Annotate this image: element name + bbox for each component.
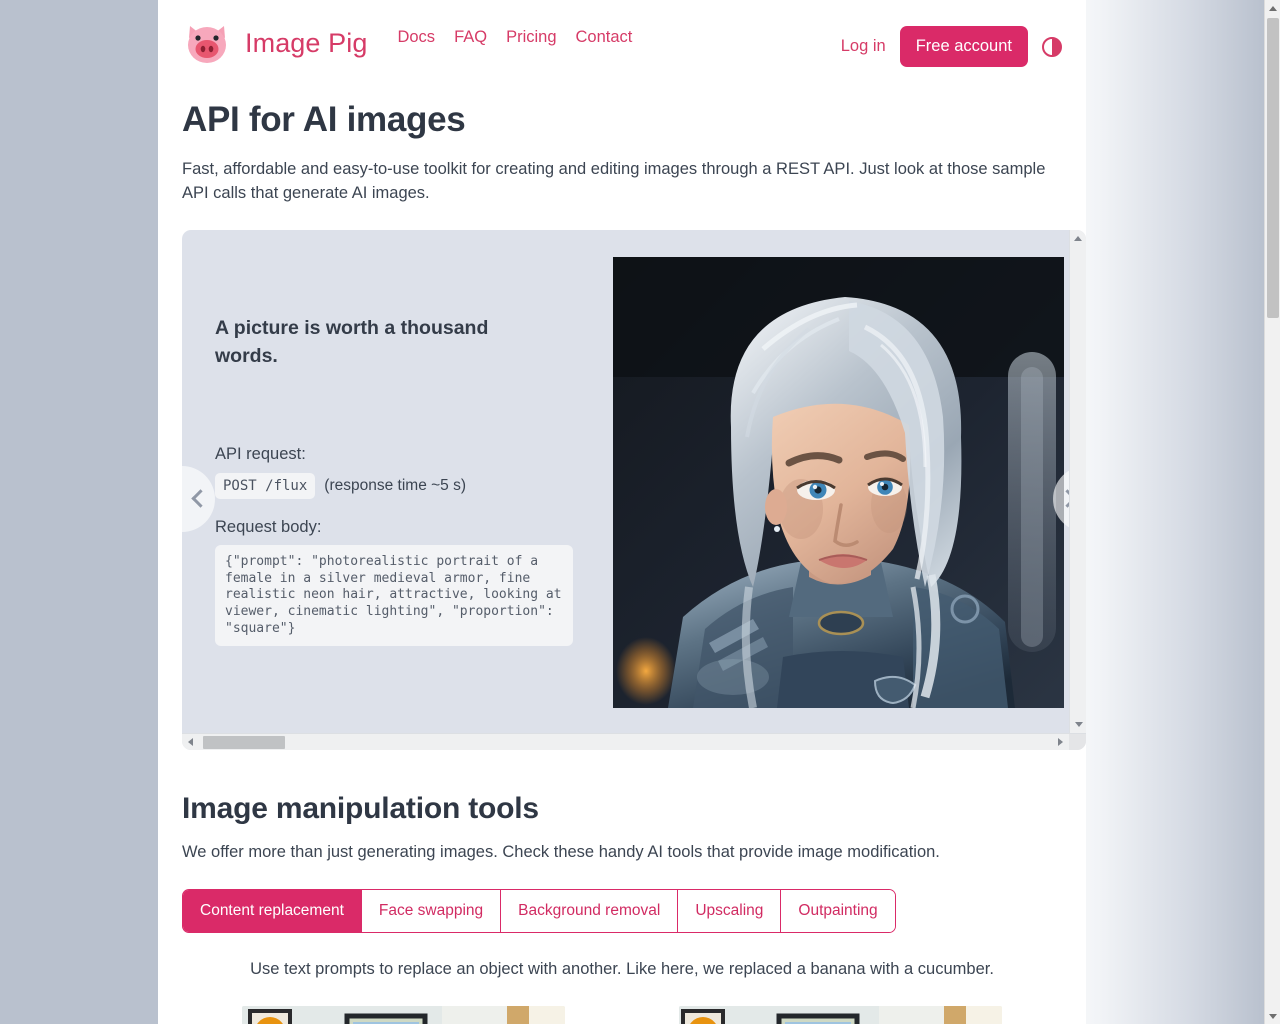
after-image: [679, 1005, 1002, 1024]
nav-link-pricing[interactable]: Pricing: [506, 28, 556, 47]
scroll-up-icon[interactable]: [1070, 230, 1086, 247]
nav-link-faq[interactable]: FAQ: [454, 28, 487, 47]
slide-text-column: A picture is worth a thousand words. API…: [182, 230, 582, 728]
api-endpoint: POST /flux: [215, 473, 316, 500]
hero-description: Fast, affordable and easy-to-use toolkit…: [182, 160, 1046, 202]
half-circle-contrast-icon[interactable]: [1042, 36, 1062, 57]
scrollbar-corner: [1069, 733, 1086, 750]
header-actions: Log in Free account: [841, 26, 1062, 67]
request-body-label: Request body:: [215, 518, 322, 537]
free-account-button[interactable]: Free account: [899, 26, 1028, 67]
main-nav: Docs FAQ Pricing Contact: [397, 28, 632, 47]
carousel-horizontal-scrollbar[interactable]: [182, 732, 1086, 750]
tab-panel-description: Use text prompts to replace an object wi…: [250, 959, 994, 978]
hero-section: API for AI images Fast, affordable and e…: [158, 100, 1086, 206]
tab-face-swapping[interactable]: Face swapping: [361, 889, 502, 932]
slide-heading: A picture is worth a thousand words.: [215, 316, 489, 367]
before-after-comparison: [182, 1005, 1062, 1024]
pig-face-icon: [182, 18, 232, 68]
browser-scroll-down-icon[interactable]: [1265, 1008, 1280, 1024]
browser-scroll-thumb[interactable]: [1267, 18, 1279, 318]
before-image: [242, 1005, 565, 1024]
generated-image: [613, 256, 1064, 708]
carousel-vertical-scrollbar[interactable]: [1069, 229, 1086, 733]
login-link[interactable]: Log in: [841, 37, 886, 56]
tab-content-replacement[interactable]: Content replacement: [183, 889, 362, 932]
tab-background-removal[interactable]: Background removal: [501, 889, 679, 932]
nav-link-docs[interactable]: Docs: [397, 28, 435, 47]
carousel-slide: A picture is worth a thousand words. API…: [182, 230, 1066, 728]
section-description: We offer more than just generating image…: [182, 842, 940, 861]
scroll-left-icon[interactable]: [182, 734, 199, 750]
browser-vertical-scrollbar[interactable]: [1264, 0, 1280, 1024]
api-sample-carousel: A picture is worth a thousand words. API…: [182, 229, 1086, 750]
api-request-label: API request:: [215, 445, 306, 464]
horizontal-scroll-thumb[interactable]: [203, 735, 285, 749]
page-title: API for AI images: [182, 100, 466, 139]
page-content: Image Pig Docs FAQ Pricing Contact Log i…: [158, 0, 1086, 1024]
tools-tab-list: Content replacement Face swapping Backgr…: [182, 888, 896, 933]
tab-outpainting[interactable]: Outpainting: [781, 889, 895, 932]
tab-upscaling[interactable]: Upscaling: [678, 889, 782, 932]
browser-scroll-up-icon[interactable]: [1265, 0, 1280, 16]
response-time-note: (response time ~5 s): [324, 477, 467, 495]
browser-viewport: Image Pig Docs FAQ Pricing Contact Log i…: [0, 0, 1264, 1024]
brand-name: Image Pig: [245, 27, 368, 58]
chevron-left-icon: [191, 489, 210, 509]
request-body-code: {"prompt": "photorealistic portrait of a…: [215, 545, 573, 647]
section-title: Image manipulation tools: [182, 791, 539, 825]
site-header: Image Pig Docs FAQ Pricing Contact Log i…: [158, 0, 1086, 100]
api-request-line: POST /flux (response time ~5 s): [215, 473, 582, 500]
nav-link-contact[interactable]: Contact: [576, 28, 633, 47]
tools-section: Image manipulation tools We offer more t…: [158, 792, 1086, 1024]
scroll-down-icon[interactable]: [1070, 716, 1086, 733]
scroll-right-icon[interactable]: [1052, 734, 1069, 750]
brand[interactable]: Image Pig: [182, 18, 367, 68]
